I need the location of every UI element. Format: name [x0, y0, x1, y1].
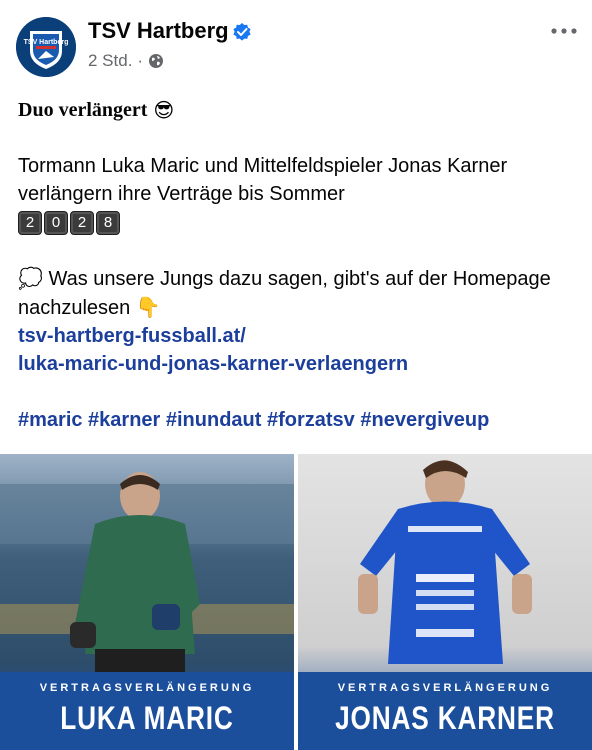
photo-jonas-karner[interactable]: VERTRAGSVERLÄNGERUNG JONAS KARNER [298, 454, 592, 750]
photo-1-player-name: LUKA MARIC [60, 700, 234, 736]
verified-badge-icon [233, 23, 251, 41]
hashtags[interactable]: #maric #karner #inundaut #forzatsv #neve… [18, 406, 578, 434]
paragraph-1-text: Tormann Luka Maric und Mittelfeldspieler… [18, 155, 508, 205]
photo-2-subtitle: VERTRAGSVERLÄNGERUNG [337, 682, 553, 694]
keycap-digit: 2 [18, 210, 42, 235]
paragraph-2-text: Was unsere Jungs dazu sagen, gibt's auf … [18, 268, 551, 319]
link-line-2[interactable]: luka-maric-und-jonas-karner-verlaengern [18, 353, 408, 375]
keycap-digit: 0 [44, 210, 68, 235]
thought-bubble-emoji-icon: 💭 [18, 266, 43, 290]
more-options-icon[interactable] [548, 20, 580, 42]
pointing-down-emoji-icon: 👇 [135, 295, 161, 319]
post-title: Duo verlängert [18, 99, 148, 121]
post-header: TSV Hartberg TSV Hartberg 2 Std. · [0, 0, 592, 90]
post-title-line: Duo verlängert 😎 [18, 96, 578, 124]
sunglasses-emoji-icon: 😎 [153, 98, 175, 122]
svg-text:TSV Hartberg: TSV Hartberg [24, 39, 69, 46]
page-avatar[interactable]: TSV Hartberg [16, 17, 76, 77]
homepage-link[interactable]: tsv-hartberg-fussball.at/ luka-maric-und… [18, 322, 578, 378]
page-name[interactable]: TSV Hartberg [88, 18, 229, 44]
post-meta: 2 Std. · [88, 51, 164, 71]
post-paragraph-2: 💭 Was unsere Jungs dazu sagen, gibt's au… [18, 264, 578, 322]
keycap-digit: 2 [70, 210, 94, 235]
club-logo-icon: TSV Hartberg [16, 17, 76, 77]
meta-separator: · [137, 51, 144, 70]
photo-1-subtitle: VERTRAGSVERLÄNGERUNG [39, 682, 255, 694]
link-line-1[interactable]: tsv-hartberg-fussball.at/ [18, 325, 246, 347]
photo-grid: VERTRAGSVERLÄNGERUNG LUKA MARIC VERTRAGS… [0, 454, 592, 750]
post-text: Duo verlängert 😎 Tormann Luka Maric und … [18, 92, 578, 434]
post-paragraph-1: Tormann Luka Maric und Mittelfeldspieler… [18, 152, 578, 236]
photo-luka-maric[interactable]: VERTRAGSVERLÄNGERUNG LUKA MARIC [0, 454, 294, 750]
globe-icon [149, 54, 164, 68]
keycap-digit: 8 [96, 210, 120, 235]
photo-2-player-name: JONAS KARNER [335, 700, 555, 736]
post-timestamp[interactable]: 2 Std. [88, 51, 132, 71]
